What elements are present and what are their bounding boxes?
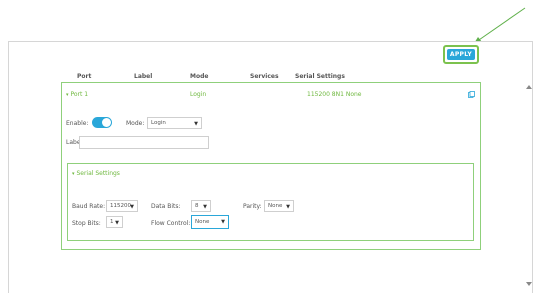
baud-rate-label: Baud Rate: (72, 203, 106, 210)
port-row-serial: 115200 8N1 None (307, 91, 362, 98)
column-header-services: Services (250, 73, 279, 80)
flow-control-label: Flow Control: (151, 220, 191, 227)
chevron-down-icon: ▼ (203, 204, 207, 210)
collapse-caret-icon: ▾ (72, 171, 75, 177)
mode-select[interactable]: Login ▼ (147, 117, 202, 129)
chevron-down-icon: ▼ (221, 219, 225, 225)
column-header-port: Port (77, 73, 92, 80)
chevron-down-icon: ▼ (286, 204, 290, 210)
data-bits-value: 8 (195, 203, 199, 209)
parity-value: None (268, 203, 283, 209)
serial-settings-toggle[interactable]: ▾ Serial Settings (72, 170, 120, 177)
mode-label: Mode: (126, 120, 145, 127)
copy-icon[interactable] (468, 91, 475, 98)
parity-select[interactable]: None ▼ (264, 200, 294, 212)
mode-select-value: Login (151, 120, 166, 126)
column-header-label: Label (134, 73, 153, 80)
data-bits-select[interactable]: 8 ▼ (191, 200, 211, 212)
chevron-down-icon: ▼ (194, 121, 198, 127)
port-row-mode: Login (190, 91, 207, 98)
collapse-caret-icon: ▾ (66, 92, 69, 98)
stop-bits-select[interactable]: 1 ▼ (106, 216, 123, 228)
serial-settings-title: Serial Settings (76, 170, 120, 177)
flow-control-value: None (195, 219, 210, 225)
label-input[interactable] (79, 136, 209, 149)
flow-control-select[interactable]: None ▼ (191, 215, 229, 229)
port-row-name: Port 1 (70, 91, 89, 98)
baud-rate-select[interactable]: 115200 ▼ (106, 200, 138, 212)
baud-rate-value: 115200 (110, 203, 131, 209)
stop-bits-value: 1 (110, 219, 114, 225)
parity-label: Parity: (243, 203, 262, 210)
enable-label: Enable: (66, 120, 89, 127)
enable-toggle[interactable] (92, 117, 112, 128)
apply-highlight: APPLY (443, 45, 479, 64)
chevron-down-icon: ▼ (115, 220, 119, 226)
chevron-down-icon: ▼ (130, 204, 134, 210)
scroll-up-icon[interactable] (524, 83, 534, 91)
column-header-serial-settings: Serial Settings (295, 73, 345, 80)
port-row-toggle[interactable]: ▾ Port 1 (66, 91, 88, 98)
column-header-mode: Mode (190, 73, 209, 80)
data-bits-label: Data Bits: (151, 203, 181, 210)
scroll-down-icon[interactable] (524, 280, 534, 288)
stop-bits-label: Stop Bits: (72, 220, 101, 227)
apply-button[interactable]: APPLY (447, 49, 475, 60)
